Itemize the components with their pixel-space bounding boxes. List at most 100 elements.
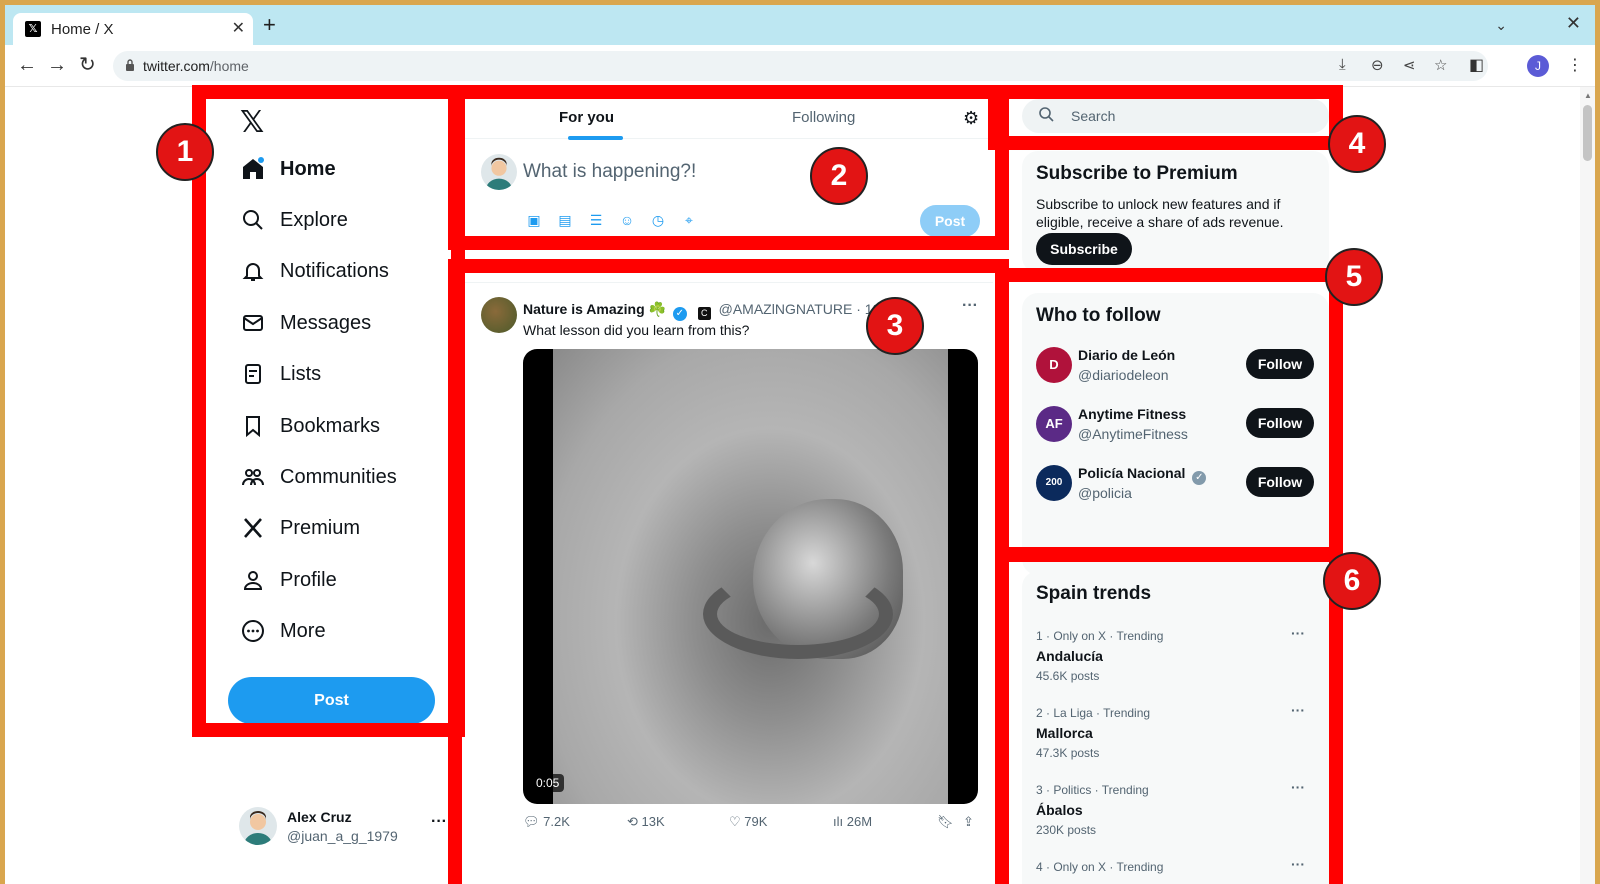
trend-count: 230K posts	[1036, 823, 1097, 837]
bookmark-icon[interactable]: 🔖︎	[937, 814, 954, 830]
side-panel-icon[interactable]: ◧	[1469, 55, 1484, 75]
x-logo-icon[interactable]: 𝕏	[240, 105, 264, 140]
account-switcher[interactable]: Alex Cruz @juan_a_g_1979 ···	[239, 805, 459, 849]
follow-button[interactable]: Follow	[1246, 467, 1314, 497]
trend-count: 47.3K posts	[1036, 746, 1100, 760]
browser-menu-icon[interactable]: ⋮	[1567, 55, 1583, 75]
nav-item-communities[interactable]: Communities	[240, 457, 397, 497]
trend-meta: 1 · Only on X · Trending	[1036, 629, 1164, 643]
gif-icon[interactable]: ▤	[556, 211, 574, 229]
reload-icon[interactable]: ↻	[79, 54, 96, 76]
affiliate-badge-icon: C	[697, 307, 711, 320]
repost-icon: ⟲	[627, 814, 638, 829]
zoom-icon[interactable]: ⊖	[1371, 56, 1384, 74]
verified-badge-icon: ✓	[1192, 471, 1207, 485]
home-icon	[240, 156, 266, 182]
follow-suggestion[interactable]: 200 Policía Nacional ✓ @policia Follow	[1036, 463, 1316, 507]
back-arrow-icon[interactable]: ←	[17, 54, 37, 76]
tab-search-chevron-icon[interactable]: ⌄	[1495, 17, 1507, 34]
more-dots-icon[interactable]: ···	[1291, 625, 1305, 641]
more-dots-icon[interactable]: ···	[962, 297, 978, 315]
browser-window: 𝕏 Home / X ✕ + ⌄ ✕ ← → ↻ twitter.com/hom…	[5, 5, 1595, 884]
page-scrollbar[interactable]: ▲	[1580, 87, 1595, 884]
share-icon[interactable]: ⋖	[1403, 56, 1416, 74]
subscribe-button[interactable]: Subscribe	[1036, 233, 1132, 265]
post-button[interactable]: Post	[228, 677, 435, 724]
scroll-thumb[interactable]	[1583, 105, 1592, 161]
tweet-author-name[interactable]: Nature is Amazing	[523, 301, 645, 317]
tab-title: Home / X	[51, 21, 114, 38]
tweet-video[interactable]: 0:05	[523, 349, 978, 804]
video-frame	[553, 349, 948, 804]
address-bar[interactable]: twitter.com/home ⤓ ⊖ ⋖ ☆	[113, 51, 1488, 81]
follow-suggestion[interactable]: AF Anytime Fitness @AnytimeFitness Follo…	[1036, 404, 1316, 448]
avatar: AF	[1036, 406, 1072, 442]
follow-button[interactable]: Follow	[1246, 349, 1314, 379]
trend-item[interactable]: 2 · La Liga · Trending Mallorca 47.3K po…	[1036, 702, 1316, 760]
trend-meta: 4 · Only on X · Trending	[1036, 860, 1164, 874]
image-icon[interactable]: ▣	[525, 211, 543, 229]
tweet-text: What lesson did you learn from this?	[523, 322, 750, 338]
snake-shape	[703, 569, 893, 659]
more-dots-icon[interactable]: ···	[1291, 702, 1305, 718]
avatar: D	[1036, 347, 1072, 383]
tab-for-you[interactable]: For you	[559, 109, 614, 126]
poll-icon[interactable]: ☰	[587, 211, 605, 229]
browser-tab[interactable]: 𝕏 Home / X ✕	[13, 13, 253, 45]
nav-item-more[interactable]: More	[240, 611, 326, 651]
scroll-up-icon[interactable]: ▲	[1584, 91, 1592, 100]
premium-title: Subscribe to Premium	[1036, 163, 1238, 184]
follow-button[interactable]: Follow	[1246, 408, 1314, 438]
close-tab-icon[interactable]: ✕	[232, 18, 245, 38]
composer-post-button[interactable]: Post	[920, 205, 980, 237]
location-icon[interactable]: ⌖	[680, 211, 698, 229]
composer-input[interactable]: What is happening?!	[523, 161, 696, 183]
nav-label: More	[280, 619, 326, 642]
show-more-link[interactable]: Show more	[1036, 545, 1107, 561]
nav-item-home[interactable]: Home	[240, 149, 336, 189]
new-tab-icon[interactable]: +	[263, 13, 276, 37]
forward-arrow-icon[interactable]: →	[47, 54, 67, 76]
nav-label: Explore	[280, 208, 348, 231]
nav-item-explore[interactable]: Explore	[240, 200, 348, 240]
window-close-icon[interactable]: ✕	[1566, 13, 1581, 34]
nav-item-premium[interactable]: Premium	[240, 508, 360, 548]
install-app-icon[interactable]: ⤓	[1339, 56, 1346, 73]
trend-item[interactable]: 1 · Only on X · Trending Andalucía 45.6K…	[1036, 625, 1316, 683]
browser-profile-avatar[interactable]: J	[1527, 55, 1549, 77]
trend-item[interactable]: 3 · Politics · Trending Ábalos 230K post…	[1036, 779, 1316, 837]
nav-label: Premium	[280, 516, 361, 539]
trend-count: 45.6K posts	[1036, 669, 1100, 683]
schedule-icon[interactable]: ◷	[649, 211, 667, 229]
nav-item-messages[interactable]: Messages	[240, 303, 371, 343]
browser-toolbar: ← → ↻ twitter.com/home ⤓ ⊖ ⋖ ☆ ◧ J ⋮	[5, 45, 1595, 87]
trend-item[interactable]: 4 · Only on X · Trending ···	[1036, 856, 1316, 874]
tweet-author-handle[interactable]: @AMAZlNGNATURE	[719, 301, 853, 317]
more-dots-icon[interactable]: ···	[1291, 856, 1305, 872]
x-logo-icon	[240, 515, 266, 541]
reply-icon: 💬︎	[523, 814, 540, 829]
more-dots-icon[interactable]: ···	[1291, 779, 1305, 795]
avatar[interactable]	[481, 297, 517, 333]
star-icon[interactable]: ☆	[1434, 56, 1447, 74]
nav-item-notifications[interactable]: Notifications	[240, 251, 389, 291]
tweet-author-emoji: ☘️	[648, 301, 666, 317]
gear-icon[interactable]: ⚙	[963, 108, 979, 129]
show-new-posts-link[interactable]: Show 35 posts	[465, 255, 993, 283]
share-icon[interactable]: ⇪	[963, 814, 974, 830]
tab-following[interactable]: Following	[792, 109, 855, 126]
nav-item-bookmarks[interactable]: Bookmarks	[240, 406, 380, 446]
follow-suggestion[interactable]: D Diario de León @diariodeleon Follow	[1036, 345, 1316, 389]
nav-label: Profile	[280, 568, 337, 591]
reply-button[interactable]: 💬︎ 7.2K	[523, 814, 570, 830]
callout-5: 5	[1325, 248, 1383, 306]
emoji-icon[interactable]: ☺	[618, 211, 636, 229]
more-dots-icon[interactable]: ···	[431, 813, 447, 831]
views-button[interactable]: ılı 26M	[833, 814, 872, 829]
nav-item-lists[interactable]: Lists	[240, 354, 321, 394]
nav-label: Communities	[280, 465, 397, 488]
nav-item-profile[interactable]: Profile	[240, 560, 337, 600]
search-input[interactable]: Search	[1022, 99, 1329, 133]
repost-button[interactable]: ⟲ 13K	[627, 814, 665, 830]
like-button[interactable]: ♡ 79K	[729, 814, 767, 830]
